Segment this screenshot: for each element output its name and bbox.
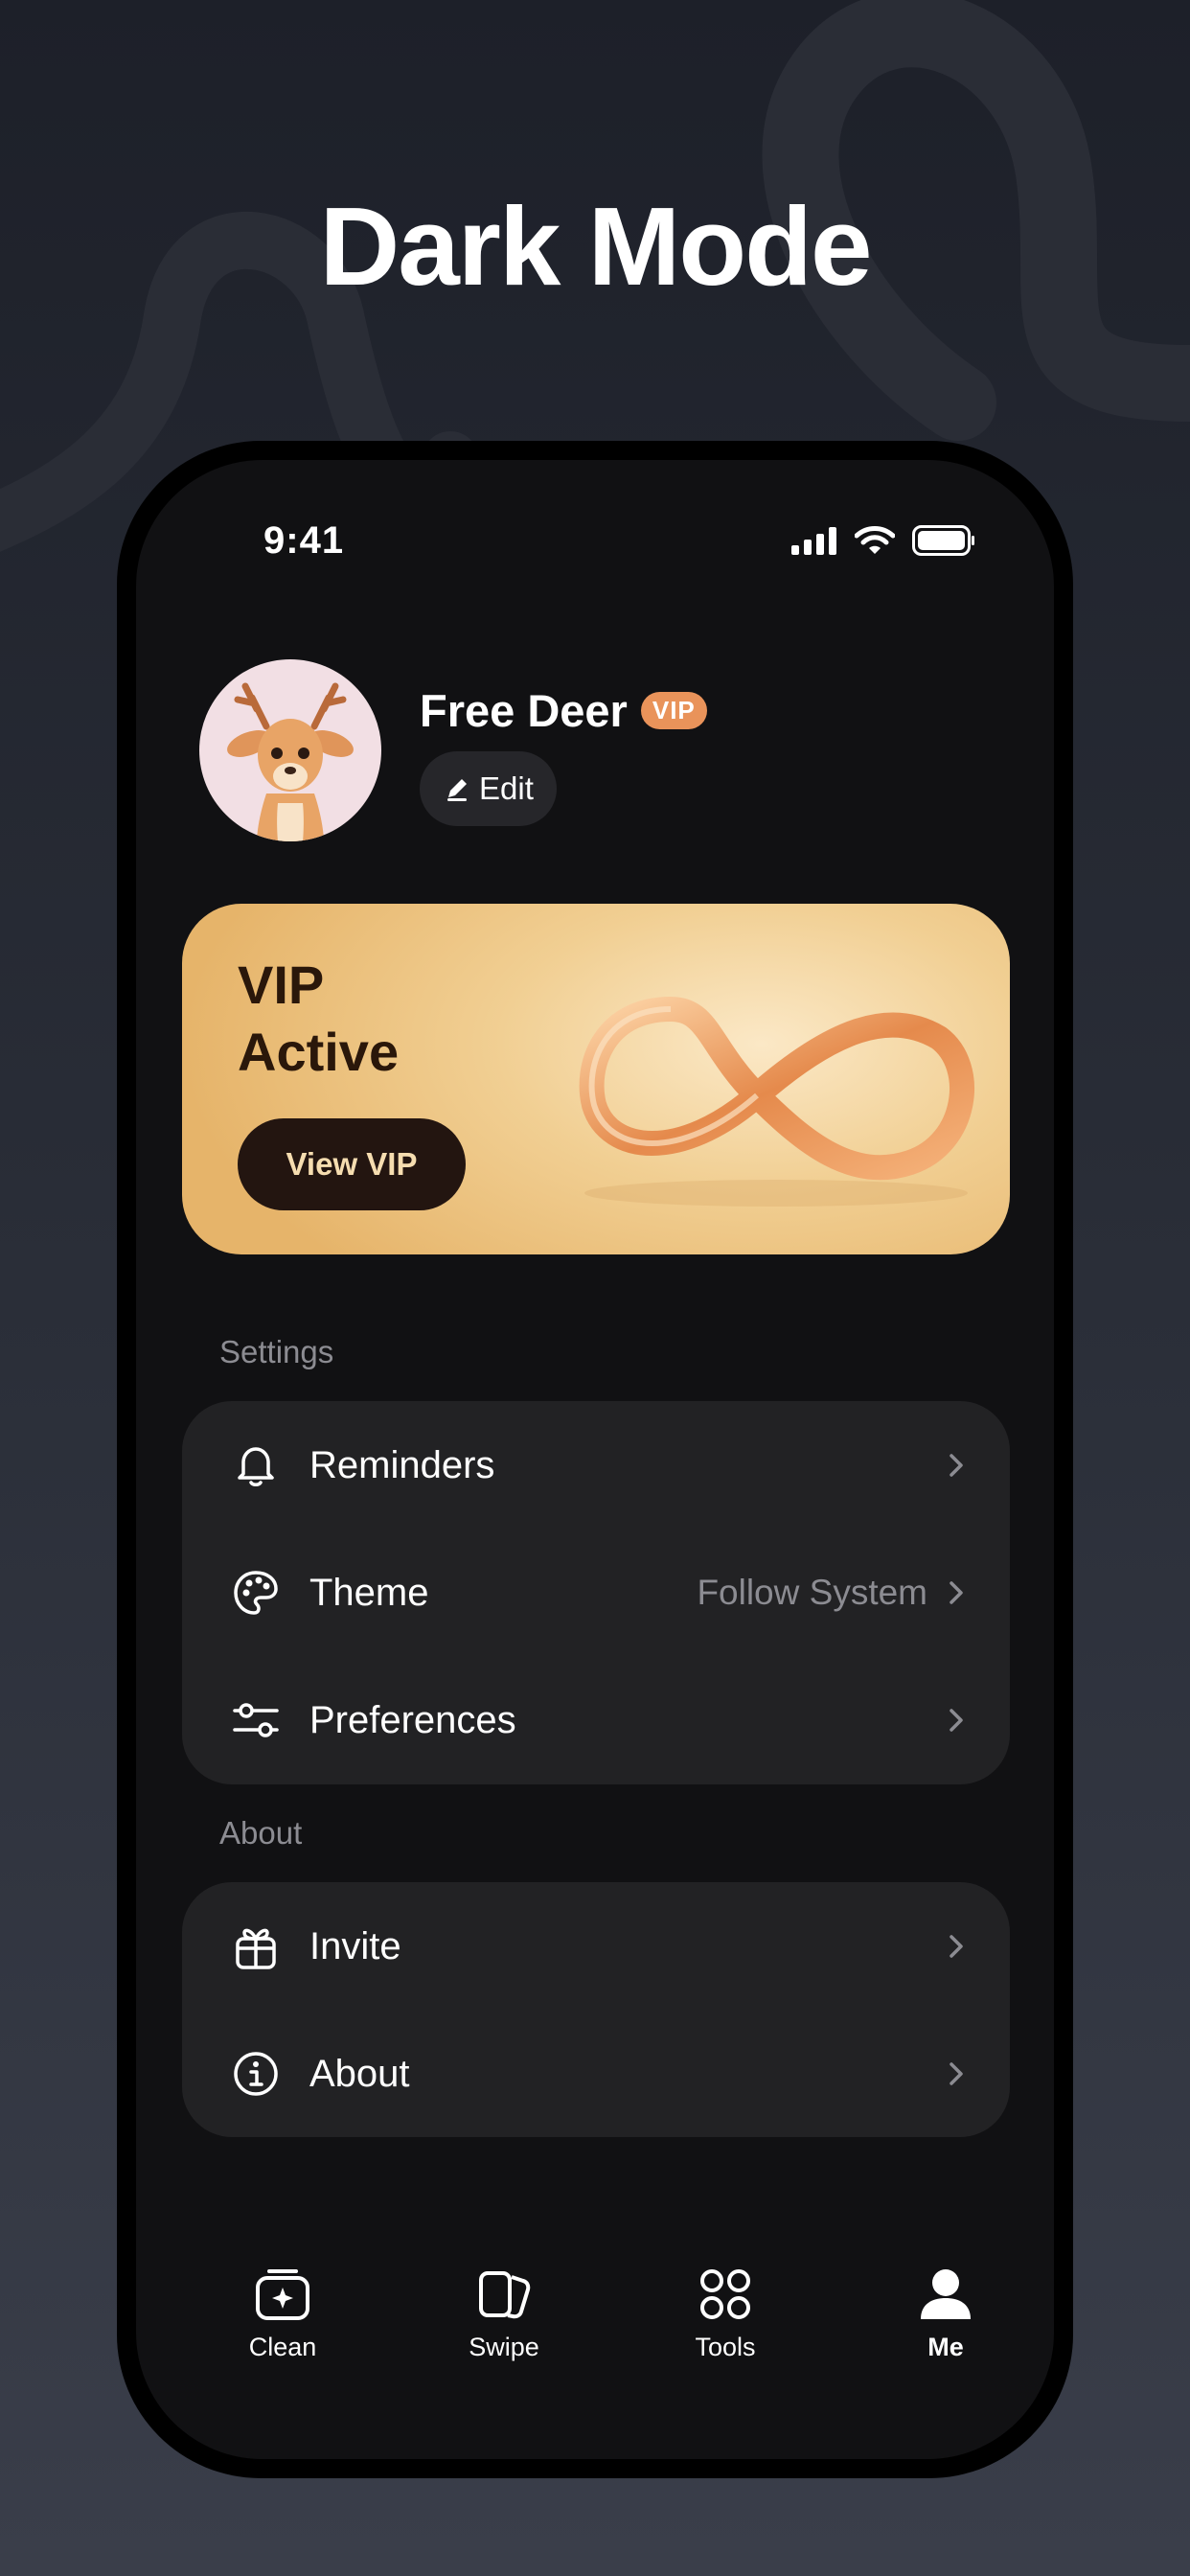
status-icons	[791, 525, 975, 556]
tab-clean[interactable]: Clean	[206, 2264, 359, 2362]
tab-label: Me	[927, 2333, 964, 2361]
chevron-right-icon	[950, 1709, 963, 1732]
tab-label: Clean	[248, 2333, 317, 2361]
view-vip-button[interactable]: View VIP	[238, 1118, 466, 1210]
phone-frame: 9:41 Free Deer VIP Edit VIP Active View …	[117, 441, 1073, 2478]
pencil-icon	[447, 779, 467, 801]
theme-value: Follow System	[697, 1573, 927, 1612]
battery-icon	[912, 525, 974, 556]
tab-me[interactable]: Me	[869, 2264, 1022, 2362]
settings-row-reminders[interactable]: Reminders	[182, 1401, 1010, 1530]
cellular-signal-icon	[791, 527, 836, 555]
vip-card-title: VIP Active	[238, 954, 400, 1082]
status-time: 9:41	[263, 519, 345, 562]
settings-group: Reminders Theme Follow System Preference…	[182, 1401, 1010, 1784]
edit-profile-button[interactable]: Edit	[420, 751, 557, 826]
about-row-about[interactable]: About	[182, 2010, 1010, 2138]
headline: Dark Mode	[319, 184, 872, 309]
avatar[interactable]	[199, 659, 381, 841]
tab-tools[interactable]: Tools	[649, 2264, 802, 2362]
about-row-label: About	[309, 2052, 410, 2095]
grid-circles-icon	[700, 2269, 750, 2319]
palette-icon	[230, 1567, 282, 1619]
about-row-label: Invite	[309, 1924, 401, 1967]
bell-icon	[230, 1439, 282, 1491]
chevron-right-icon	[950, 1581, 963, 1604]
chevron-right-icon	[950, 1454, 963, 1477]
infinity-ribbon-icon	[579, 997, 974, 1207]
settings-row-theme[interactable]: Theme Follow System	[182, 1529, 1010, 1657]
chevron-right-icon	[950, 1935, 963, 1958]
vip-badge: VIP	[640, 692, 707, 729]
sliders-icon	[230, 1694, 282, 1746]
vip-card[interactable]: VIP Active View VIP	[182, 904, 1010, 1254]
tab-bar: Clean Swipe Tools Me	[136, 2264, 1054, 2398]
profile-name: Free Deer	[420, 685, 628, 736]
swipe-cards-icon	[479, 2271, 531, 2319]
chevron-right-icon	[950, 2062, 963, 2085]
settings-row-label: Theme	[309, 1571, 429, 1614]
settings-header: Settings	[219, 1334, 334, 1369]
deer-avatar-icon	[227, 682, 354, 841]
tab-label: Swipe	[469, 2333, 539, 2361]
gift-icon	[230, 1920, 282, 1972]
info-icon	[230, 2048, 282, 2100]
clean-icon	[256, 2269, 309, 2320]
profile-name-row: Free Deer VIP	[420, 684, 707, 737]
settings-row-preferences[interactable]: Preferences	[182, 1656, 1010, 1784]
phone-screen: 9:41 Free Deer VIP Edit VIP Active View …	[136, 460, 1054, 2459]
about-group: Invite About	[182, 1882, 1010, 2137]
tab-label: Tools	[695, 2333, 756, 2361]
tab-swipe[interactable]: Swipe	[427, 2264, 581, 2362]
settings-row-label: Preferences	[309, 1698, 516, 1741]
about-header: About	[219, 1815, 303, 1851]
wifi-icon	[855, 526, 895, 554]
edit-label: Edit	[479, 770, 534, 806]
person-icon	[921, 2269, 971, 2319]
about-row-invite[interactable]: Invite	[182, 1882, 1010, 2011]
settings-row-label: Reminders	[309, 1443, 495, 1486]
